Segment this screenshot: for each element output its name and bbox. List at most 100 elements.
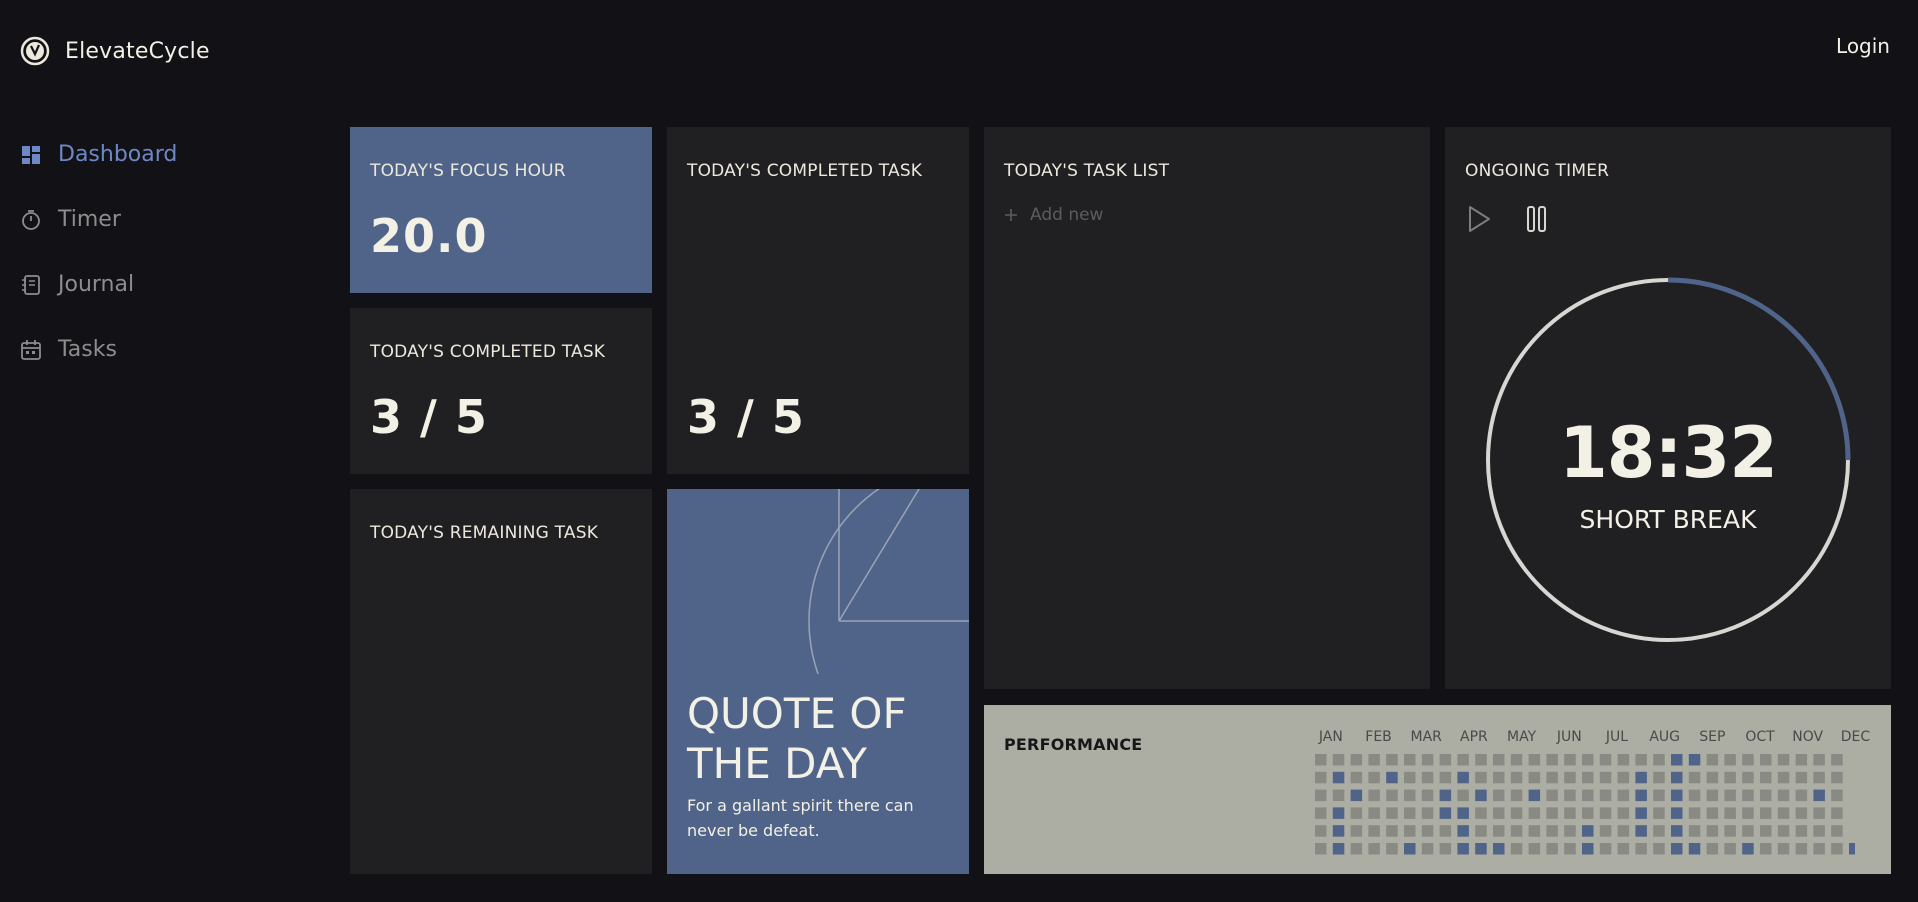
- heatmap-cell: [1724, 807, 1736, 819]
- quote-card: QUOTE OF THE DAY For a gallant spirit th…: [667, 489, 969, 874]
- heatmap-cell: [1332, 807, 1345, 819]
- heatmap-cell: [1653, 825, 1665, 837]
- heatmap-cell: [1421, 754, 1434, 766]
- month-label: JUN: [1556, 729, 1582, 745]
- heatmap-cell: [1350, 825, 1363, 837]
- card-title: TODAY'S COMPLETED TASK: [370, 342, 606, 362]
- card-title: TODAY'S TASK LIST: [1004, 161, 1170, 181]
- month-label: JAN: [1318, 729, 1343, 745]
- month-label: APR: [1460, 729, 1488, 745]
- timer-controls: [1465, 203, 1871, 235]
- heatmap-cell: [1777, 771, 1790, 784]
- heatmap-cell: [1653, 843, 1665, 855]
- heatmap-cell: [1653, 754, 1665, 766]
- heatmap-cell: [1671, 771, 1683, 784]
- heatmap-cell: [1777, 825, 1790, 837]
- heatmap-cell: [1386, 843, 1398, 855]
- heatmap-cell: [1528, 807, 1541, 819]
- heatmap-cell: [1831, 771, 1843, 784]
- heatmap-cell: [1315, 825, 1327, 837]
- month-label: NOV: [1792, 729, 1824, 745]
- heatmap-cell: [1510, 843, 1523, 855]
- play-icon[interactable]: [1465, 203, 1493, 235]
- card-title: TODAY'S COMPLETED TASK: [687, 161, 923, 181]
- sidebar-item-timer[interactable]: Timer: [20, 187, 177, 252]
- performance-card: PERFORMANCE JAN FEB MAR APR MAY JUN JUL AUG SEP O…: [984, 705, 1891, 874]
- brand[interactable]: ElevateCycle: [20, 36, 210, 66]
- heatmap-cell: [1457, 807, 1469, 819]
- heatmap-cell: [1510, 754, 1523, 766]
- heatmap-cell: [1404, 807, 1416, 819]
- heatmap-cell: [1315, 771, 1327, 784]
- month-label: OCT: [1745, 729, 1775, 745]
- heatmap-cell: [1404, 754, 1416, 766]
- heatmap-cell: [1795, 807, 1808, 819]
- sidebar-item-label: Timer: [58, 207, 121, 232]
- heatmap-cell: [1332, 843, 1345, 855]
- login-button[interactable]: Login: [1836, 34, 1890, 58]
- sidebar-item-journal[interactable]: Journal: [20, 252, 177, 317]
- sidebar-item-tasks[interactable]: Tasks: [20, 317, 177, 382]
- heatmap-cell: [1582, 807, 1594, 819]
- heatmap-cell: [1617, 789, 1630, 802]
- heatmap-cell: [1315, 754, 1327, 766]
- heatmap-cell: [1688, 789, 1701, 802]
- journal-icon: [22, 274, 40, 295]
- heatmap-cell: [1457, 825, 1469, 837]
- heatmap-cell: [1332, 754, 1345, 766]
- calendar-icon: [21, 339, 41, 360]
- heatmap-cell: [1795, 843, 1808, 855]
- heatmap-cell: [1706, 807, 1719, 819]
- heatmap-cell: [1368, 843, 1380, 855]
- timer-mode: SHORT BREAK: [1579, 505, 1757, 534]
- heatmap-cell: [1671, 789, 1683, 802]
- sidebar-item-label: Journal: [58, 272, 135, 297]
- heatmap-cell: [1724, 843, 1736, 855]
- heatmap-cell: [1493, 789, 1505, 802]
- pause-icon[interactable]: [1523, 203, 1551, 235]
- heatmap-cell: [1760, 789, 1772, 802]
- heatmap-cell: [1493, 807, 1505, 819]
- heatmap-cell: [1831, 825, 1843, 837]
- heatmap-cell: [1582, 754, 1594, 766]
- heatmap-cell: [1742, 789, 1754, 802]
- heatmap-cell: [1439, 807, 1452, 819]
- heatmap-cell: [1457, 771, 1469, 784]
- heatmap-cell: [1564, 789, 1576, 802]
- heatmap-cell: [1546, 771, 1558, 784]
- heatmap-cell: [1475, 754, 1487, 766]
- heatmap-cell: [1350, 789, 1363, 802]
- month-label: JUL: [1605, 729, 1629, 745]
- heatmap-cell: [1493, 754, 1505, 766]
- heatmap-cell: [1386, 807, 1398, 819]
- timer-time: 18:32: [1559, 412, 1778, 494]
- heatmap-cell: [1635, 789, 1647, 802]
- heatmap-cell: [1724, 789, 1736, 802]
- heatmap-cell: [1706, 789, 1719, 802]
- heatmap-cell: [1599, 771, 1612, 784]
- heatmap-cell: [1404, 789, 1416, 802]
- add-task-button[interactable]: Add new: [1004, 205, 1410, 225]
- heatmap-cell: [1706, 754, 1719, 766]
- heatmap-cell: [1760, 754, 1772, 766]
- sidebar-item-dashboard[interactable]: Dashboard: [20, 122, 177, 187]
- heatmap-cell: [1582, 843, 1594, 855]
- heatmap-cell: [1617, 771, 1630, 784]
- heatmap-cell: [1813, 771, 1825, 784]
- heatmap-cell: [1671, 843, 1683, 855]
- heatmap-cell: [1599, 754, 1612, 766]
- heatmap-cell: [1635, 754, 1647, 766]
- focus-hour-card: TODAY'S FOCUS HOUR 20.0: [350, 127, 652, 293]
- heatmap-cell: [1386, 789, 1398, 802]
- add-task-label: Add new: [1030, 205, 1104, 225]
- heatmap-cell: [1386, 771, 1398, 784]
- ongoing-timer-card: ONGOING TIMER 18:32 SHORT BREAK: [1445, 127, 1891, 689]
- plus-icon: [1005, 209, 1017, 221]
- heatmap-cell: [1439, 754, 1452, 766]
- heatmap-cell: [1760, 807, 1772, 819]
- heatmap-cell: [1528, 843, 1541, 855]
- heatmap-cell: [1635, 807, 1647, 819]
- heatmap-cell: [1688, 754, 1701, 766]
- heatmap-cell: [1688, 771, 1701, 784]
- heatmap-cell: [1350, 771, 1363, 784]
